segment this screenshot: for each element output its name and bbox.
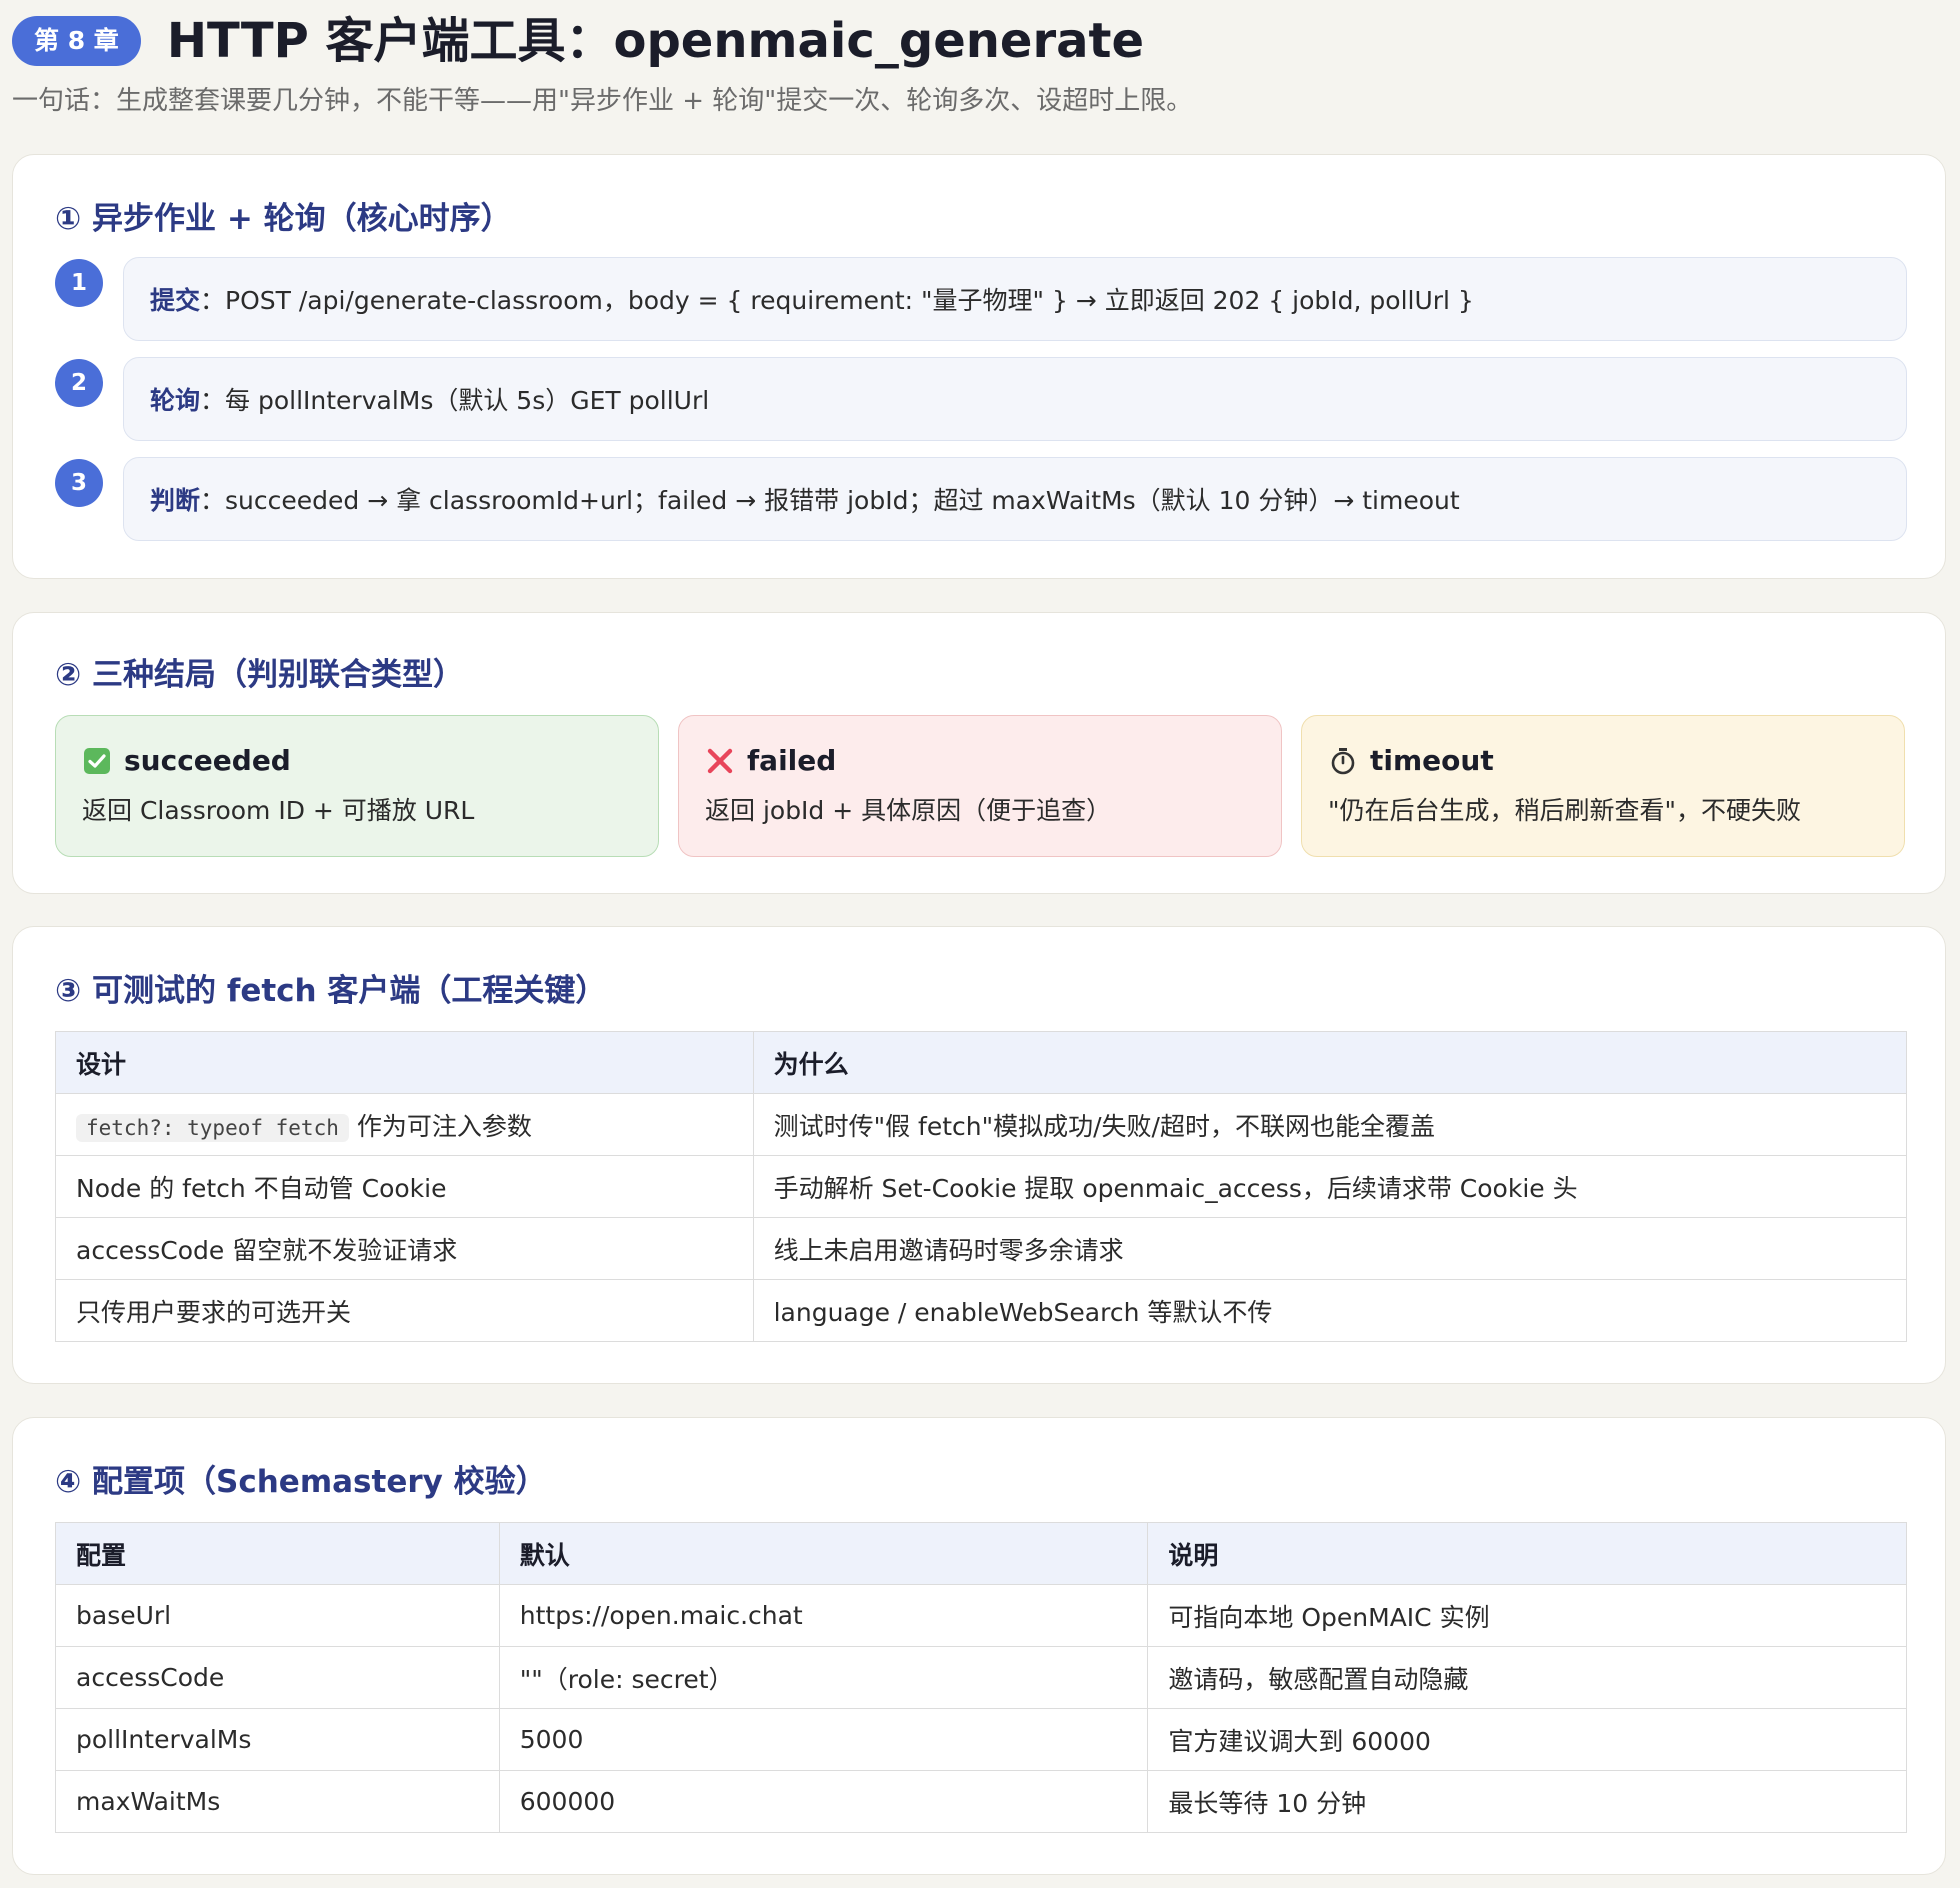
column-header: 配置 bbox=[55, 1522, 500, 1585]
table-row: 只传用户要求的可选开关 language / enableWebSearch 等… bbox=[55, 1279, 1908, 1342]
table-cell: 5000 bbox=[498, 1708, 1149, 1771]
page-subtitle: 一句话：生成整套课要几分钟，不能干等——用"异步作业 + 轮询"提交一次、轮询多… bbox=[12, 86, 1193, 116]
step-number: 3 bbox=[55, 459, 103, 507]
outcome-failed: failed 返回 jobId + 具体原因（便于追查） bbox=[678, 715, 1282, 857]
outcome-name: failed bbox=[747, 744, 837, 777]
section-title: ④ 配置项（Schemastery 校验） bbox=[55, 1464, 547, 1500]
table-cell: 手动解析 Set-Cookie 提取 openmaic_access，后续请求带… bbox=[752, 1155, 1908, 1218]
column-header: 设计 bbox=[55, 1031, 754, 1094]
table-cell: Node 的 fetch 不自动管 Cookie bbox=[55, 1155, 754, 1218]
step-number: 1 bbox=[55, 259, 103, 307]
table-cell: accessCode 留空就不发验证请求 bbox=[55, 1217, 754, 1280]
table-row: pollIntervalMs 5000 官方建议调大到 60000 bbox=[55, 1708, 1907, 1771]
table-cell: 只传用户要求的可选开关 bbox=[55, 1279, 754, 1342]
outcome-name: timeout bbox=[1370, 744, 1494, 777]
table-cell: 可指向本地 OpenMAIC 实例 bbox=[1147, 1584, 1907, 1647]
step-label: 提交 bbox=[150, 286, 201, 315]
table-cell: 测试时传"假 fetch"模拟成功/失败/超时，不联网也能全覆盖 bbox=[752, 1093, 1908, 1156]
outcome-succeeded: succeeded 返回 Classroom ID + 可播放 URL bbox=[55, 715, 659, 857]
section-config: ④ 配置项（Schemastery 校验） 配置 默认 说明 baseUrl h… bbox=[12, 1417, 1946, 1875]
inline-code: fetch?: typeof fetch bbox=[76, 1113, 349, 1142]
design-table: 设计 为什么 fetch?: typeof fetch 作为可注入参数 测试时传… bbox=[55, 1031, 1908, 1342]
table-header-row: 设计 为什么 bbox=[55, 1031, 1908, 1094]
outcome-desc: 返回 jobId + 具体原因（便于追查） bbox=[705, 796, 1112, 825]
outcome-desc: 返回 Classroom ID + 可播放 URL bbox=[82, 796, 475, 825]
column-header: 为什么 bbox=[752, 1031, 1908, 1094]
check-icon bbox=[82, 746, 112, 776]
outcome-desc: "仍在后台生成，稍后刷新查看"，不硬失败 bbox=[1328, 796, 1801, 825]
section-outcomes: ② 三种结局（判别联合类型） succeeded 返回 Classroom ID… bbox=[12, 612, 1946, 894]
step-item: 提交 ：POST /api/generate-classroom，body = {… bbox=[123, 257, 1907, 341]
table-row: accessCode ""（role: secret） 邀请码，敏感配置自动隐藏 bbox=[55, 1646, 1907, 1709]
step-label: 判断 bbox=[150, 486, 201, 515]
table-cell: baseUrl bbox=[55, 1584, 500, 1647]
outcome-timeout: timeout "仍在后台生成，稍后刷新查看"，不硬失败 bbox=[1301, 715, 1905, 857]
table-cell: 最长等待 10 分钟 bbox=[1147, 1770, 1907, 1833]
section-fetch-client: ③ 可测试的 fetch 客户端（工程关键） 设计 为什么 fetch?: ty… bbox=[12, 926, 1946, 1384]
table-cell: 600000 bbox=[498, 1770, 1149, 1833]
table-cell: 线上未启用邀请码时零多余请求 bbox=[752, 1217, 1908, 1280]
table-row: fetch?: typeof fetch 作为可注入参数 测试时传"假 fetc… bbox=[55, 1093, 1908, 1156]
page-title: HTTP 客户端工具：openmaic_generate bbox=[166, 13, 1145, 69]
page-header: 第 8 章 HTTP 客户端工具：openmaic_generate 一句话：生… bbox=[12, 0, 1942, 117]
table-header-row: 配置 默认 说明 bbox=[55, 1522, 1907, 1585]
table-row: Node 的 fetch 不自动管 Cookie 手动解析 Set-Cookie… bbox=[55, 1155, 1908, 1218]
step-number: 2 bbox=[55, 359, 103, 407]
table-cell: https://open.maic.chat bbox=[498, 1584, 1149, 1647]
section-title: ② 三种结局（判别联合类型） bbox=[55, 657, 465, 693]
section-title: ① 异步作业 + 轮询（核心时序） bbox=[55, 201, 512, 237]
column-header: 说明 bbox=[1147, 1522, 1907, 1585]
chapter-badge: 第 8 章 bbox=[12, 16, 141, 66]
section-async-polling: ① 异步作业 + 轮询（核心时序） 1 提交 ：POST /api/generat… bbox=[12, 154, 1946, 579]
stopwatch-icon bbox=[1328, 746, 1358, 776]
step-item: 轮询 ：每 pollIntervalMs（默认 5s）GET pollUrl bbox=[123, 357, 1907, 441]
table-cell: 邀请码，敏感配置自动隐藏 bbox=[1147, 1646, 1907, 1709]
step-text: ：POST /api/generate-classroom，body = { r… bbox=[200, 286, 1474, 315]
table-row: baseUrl https://open.maic.chat 可指向本地 Ope… bbox=[55, 1584, 1907, 1647]
outcome-name: succeeded bbox=[124, 744, 291, 777]
config-table: 配置 默认 说明 baseUrl https://open.maic.chat … bbox=[55, 1522, 1907, 1833]
step-label: 轮询 bbox=[150, 386, 201, 415]
table-cell: accessCode bbox=[55, 1646, 500, 1709]
cell-text: 作为可注入参数 bbox=[348, 1111, 532, 1141]
step-item: 判断 ：succeeded → 拿 classroomId+url；failed … bbox=[123, 457, 1907, 541]
table-cell: 官方建议调大到 60000 bbox=[1147, 1708, 1907, 1771]
cross-icon bbox=[705, 746, 735, 776]
column-header: 默认 bbox=[498, 1522, 1149, 1585]
table-cell: language / enableWebSearch 等默认不传 bbox=[752, 1279, 1908, 1342]
table-cell: fetch?: typeof fetch 作为可注入参数 bbox=[55, 1093, 754, 1156]
table-row: maxWaitMs 600000 最长等待 10 分钟 bbox=[55, 1770, 1907, 1833]
step-text: ：每 pollIntervalMs（默认 5s）GET pollUrl bbox=[200, 386, 710, 415]
step-text: ：succeeded → 拿 classroomId+url；failed → … bbox=[200, 486, 1460, 515]
table-cell: maxWaitMs bbox=[55, 1770, 500, 1833]
table-cell: ""（role: secret） bbox=[498, 1646, 1149, 1709]
section-title: ③ 可测试的 fetch 客户端（工程关键） bbox=[55, 973, 607, 1009]
table-cell: pollIntervalMs bbox=[55, 1708, 500, 1771]
table-row: accessCode 留空就不发验证请求 线上未启用邀请码时零多余请求 bbox=[55, 1217, 1908, 1280]
